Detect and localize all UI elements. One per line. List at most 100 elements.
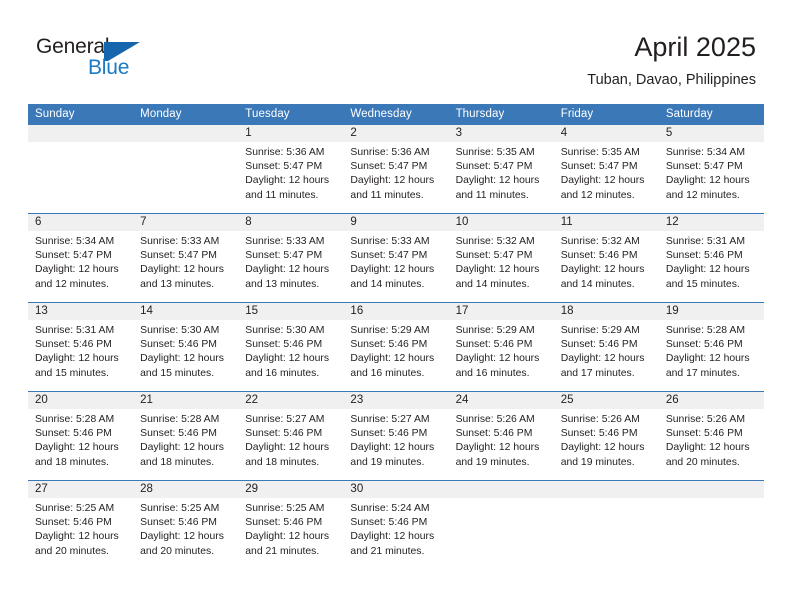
sunset-time: Sunset: 5:46 PM xyxy=(560,339,638,351)
daylight-duration: Daylight: 12 hours and 18 minutes. xyxy=(140,442,224,468)
sunrise-time: Sunrise: 5:29 AM xyxy=(560,325,640,336)
daylight-duration: Daylight: 12 hours and 19 minutes. xyxy=(560,442,645,468)
day-number: 30 xyxy=(343,481,449,498)
calendar-day-cell[interactable]: 14 Sunrise: 5:30 AM Sunset: 5:46 PM Dayligh… xyxy=(133,302,239,392)
weekday-header-tuesday: Tuesday xyxy=(238,104,344,125)
calendar-day-cell[interactable]: 26 Sunrise: 5:26 AM Sunset: 5:46 PM Dayligh… xyxy=(658,391,764,481)
day-number: 6 xyxy=(28,214,134,231)
logo-text-general: General xyxy=(36,35,110,58)
calendar-day-cell[interactable]: 3 Sunrise: 5:35 AM Sunset: 5:47 PM Daylight… xyxy=(448,125,554,214)
day-details: Sunrise: 5:25 AM Sunset: 5:46 PM Daylight:… xyxy=(238,498,343,559)
calendar-day-cell[interactable]: 23 Sunrise: 5:27 AM Sunset: 5:46 PM Dayligh… xyxy=(343,391,449,481)
day-number xyxy=(28,125,134,142)
page-subtitle-location: Tuban, Davao, Philippines xyxy=(587,72,756,88)
day-details: Sunrise: 5:28 AM Sunset: 5:46 PM Daylight:… xyxy=(659,320,764,381)
day-number: 20 xyxy=(28,392,134,409)
calendar-day-cell[interactable]: 9 Sunrise: 5:33 AM Sunset: 5:47 PM Daylight… xyxy=(343,213,449,303)
sunrise-time: Sunrise: 5:26 AM xyxy=(560,414,640,425)
sunset-time: Sunset: 5:47 PM xyxy=(665,161,743,173)
calendar-day-cell[interactable]: 6 Sunrise: 5:34 AM Sunset: 5:47 PM Daylight… xyxy=(28,213,134,303)
calendar-day-cell[interactable]: 27 Sunrise: 5:25 AM Sunset: 5:46 PM Dayligh… xyxy=(28,480,134,569)
day-details: Sunrise: 5:33 AM Sunset: 5:47 PM Daylight:… xyxy=(238,231,343,292)
sunrise-time: Sunrise: 5:24 AM xyxy=(350,503,430,514)
daylight-duration: Daylight: 12 hours and 15 minutes. xyxy=(35,353,119,379)
sunrise-time: Sunrise: 5:29 AM xyxy=(350,325,430,336)
day-details: Sunrise: 5:27 AM Sunset: 5:46 PM Daylight:… xyxy=(343,409,448,470)
daylight-duration: Daylight: 12 hours and 11 minutes. xyxy=(350,175,435,201)
weekday-header-saturday: Saturday xyxy=(658,104,764,125)
day-details: Sunrise: 5:28 AM Sunset: 5:46 PM Daylight:… xyxy=(28,409,133,470)
day-number: 27 xyxy=(28,481,134,498)
day-details: Sunrise: 5:26 AM Sunset: 5:46 PM Daylight:… xyxy=(554,409,659,470)
calendar-day-cell[interactable]: 24 Sunrise: 5:26 AM Sunset: 5:46 PM Dayligh… xyxy=(448,391,554,481)
sunrise-time: Sunrise: 5:26 AM xyxy=(665,414,745,425)
calendar-day-cell[interactable]: 5 Sunrise: 5:34 AM Sunset: 5:47 PM Daylight… xyxy=(658,125,764,214)
daylight-duration: Daylight: 12 hours and 14 minutes. xyxy=(560,264,645,290)
sunrise-time: Sunrise: 5:26 AM xyxy=(455,414,535,425)
sunrise-time: Sunrise: 5:27 AM xyxy=(350,414,430,425)
calendar-day-cell[interactable]: 21 Sunrise: 5:28 AM Sunset: 5:46 PM Dayligh… xyxy=(133,391,239,481)
weekday-header-friday: Friday xyxy=(553,104,659,125)
day-number: 28 xyxy=(133,481,239,498)
day-details: Sunrise: 5:29 AM Sunset: 5:46 PM Daylight:… xyxy=(343,320,448,381)
day-details: Sunrise: 5:32 AM Sunset: 5:46 PM Daylight:… xyxy=(554,231,659,292)
sunset-time: Sunset: 5:47 PM xyxy=(245,161,323,173)
sunset-time: Sunset: 5:46 PM xyxy=(245,517,323,529)
day-details: Sunrise: 5:24 AM Sunset: 5:46 PM Daylight:… xyxy=(343,498,448,559)
page-header: General Blue April 2025 Tuban, Davao, Ph… xyxy=(0,0,792,104)
calendar-day-cell[interactable]: 20 Sunrise: 5:28 AM Sunset: 5:46 PM Dayligh… xyxy=(28,391,134,481)
calendar-day-cell[interactable]: 17 Sunrise: 5:29 AM Sunset: 5:46 PM Dayligh… xyxy=(448,302,554,392)
calendar-day-cell[interactable]: 18 Sunrise: 5:29 AM Sunset: 5:46 PM Dayligh… xyxy=(553,302,659,392)
calendar-day-cell-empty xyxy=(658,480,764,569)
weekday-header-monday: Monday xyxy=(133,104,239,125)
day-number xyxy=(448,481,554,498)
calendar-day-cell[interactable]: 10 Sunrise: 5:32 AM Sunset: 5:47 PM Dayligh… xyxy=(448,213,554,303)
weekday-header-wednesday: Wednesday xyxy=(343,104,449,125)
calendar-day-cell[interactable]: 13 Sunrise: 5:31 AM Sunset: 5:46 PM Dayligh… xyxy=(28,302,134,392)
day-details: Sunrise: 5:29 AM Sunset: 5:46 PM Daylight:… xyxy=(449,320,554,381)
day-details: Sunrise: 5:26 AM Sunset: 5:46 PM Daylight:… xyxy=(449,409,554,470)
calendar-day-cell[interactable]: 1 Sunrise: 5:36 AM Sunset: 5:47 PM Daylight… xyxy=(238,125,344,214)
calendar-day-cell[interactable]: 15 Sunrise: 5:30 AM Sunset: 5:46 PM Dayligh… xyxy=(238,302,344,392)
sunset-time: Sunset: 5:47 PM xyxy=(245,250,323,262)
calendar-day-cell[interactable]: 19 Sunrise: 5:28 AM Sunset: 5:46 PM Dayligh… xyxy=(658,302,764,392)
day-details: Sunrise: 5:35 AM Sunset: 5:47 PM Daylight:… xyxy=(554,142,659,203)
weekday-header-thursday: Thursday xyxy=(448,104,554,125)
day-number: 22 xyxy=(238,392,344,409)
sunset-time: Sunset: 5:46 PM xyxy=(560,428,638,440)
sunrise-time: Sunrise: 5:36 AM xyxy=(350,147,430,158)
calendar-day-cell[interactable]: 16 Sunrise: 5:29 AM Sunset: 5:46 PM Dayligh… xyxy=(343,302,449,392)
calendar-day-cell[interactable]: 30 Sunrise: 5:24 AM Sunset: 5:46 PM Dayligh… xyxy=(343,480,449,569)
day-number: 4 xyxy=(553,125,659,142)
day-details: Sunrise: 5:31 AM Sunset: 5:46 PM Daylight:… xyxy=(28,320,133,381)
calendar-day-cell[interactable]: 12 Sunrise: 5:31 AM Sunset: 5:46 PM Dayligh… xyxy=(658,213,764,303)
calendar-day-cell[interactable]: 8 Sunrise: 5:33 AM Sunset: 5:47 PM Daylight… xyxy=(238,213,344,303)
daylight-duration: Daylight: 12 hours and 20 minutes. xyxy=(665,442,750,468)
daylight-duration: Daylight: 12 hours and 21 minutes. xyxy=(245,531,330,557)
daylight-duration: Daylight: 12 hours and 16 minutes. xyxy=(455,353,540,379)
calendar-day-cell[interactable]: 2 Sunrise: 5:36 AM Sunset: 5:47 PM Daylight… xyxy=(343,125,449,214)
sunset-time: Sunset: 5:46 PM xyxy=(140,428,217,440)
calendar-day-cell[interactable]: 7 Sunrise: 5:33 AM Sunset: 5:47 PM Daylight… xyxy=(133,213,239,303)
sunrise-time: Sunrise: 5:31 AM xyxy=(665,236,745,247)
day-number: 12 xyxy=(658,214,764,231)
daylight-duration: Daylight: 12 hours and 20 minutes. xyxy=(140,531,224,557)
day-number: 8 xyxy=(238,214,344,231)
sunset-time: Sunset: 5:47 PM xyxy=(35,250,112,262)
calendar-week-row: 1 Sunrise: 5:36 AM Sunset: 5:47 PM Daylight… xyxy=(28,125,764,214)
sunrise-time: Sunrise: 5:25 AM xyxy=(140,503,220,514)
calendar-day-cell[interactable]: 29 Sunrise: 5:25 AM Sunset: 5:46 PM Dayligh… xyxy=(238,480,344,569)
sunrise-time: Sunrise: 5:36 AM xyxy=(245,147,325,158)
daylight-duration: Daylight: 12 hours and 11 minutes. xyxy=(245,175,330,201)
general-blue-logo[interactable]: General Blue xyxy=(36,36,166,84)
calendar-day-cell[interactable]: 25 Sunrise: 5:26 AM Sunset: 5:46 PM Dayligh… xyxy=(553,391,659,481)
day-details: Sunrise: 5:34 AM Sunset: 5:47 PM Daylight:… xyxy=(28,231,133,292)
calendar-day-cell[interactable]: 4 Sunrise: 5:35 AM Sunset: 5:47 PM Daylight… xyxy=(553,125,659,214)
daylight-duration: Daylight: 12 hours and 13 minutes. xyxy=(245,264,330,290)
day-number: 29 xyxy=(238,481,344,498)
calendar-day-cell[interactable]: 11 Sunrise: 5:32 AM Sunset: 5:46 PM Dayligh… xyxy=(553,213,659,303)
calendar-day-cell[interactable]: 22 Sunrise: 5:27 AM Sunset: 5:46 PM Dayligh… xyxy=(238,391,344,481)
calendar-day-cell[interactable]: 28 Sunrise: 5:25 AM Sunset: 5:46 PM Dayligh… xyxy=(133,480,239,569)
sunset-time: Sunset: 5:46 PM xyxy=(665,428,743,440)
day-details: Sunrise: 5:35 AM Sunset: 5:47 PM Daylight:… xyxy=(449,142,554,203)
